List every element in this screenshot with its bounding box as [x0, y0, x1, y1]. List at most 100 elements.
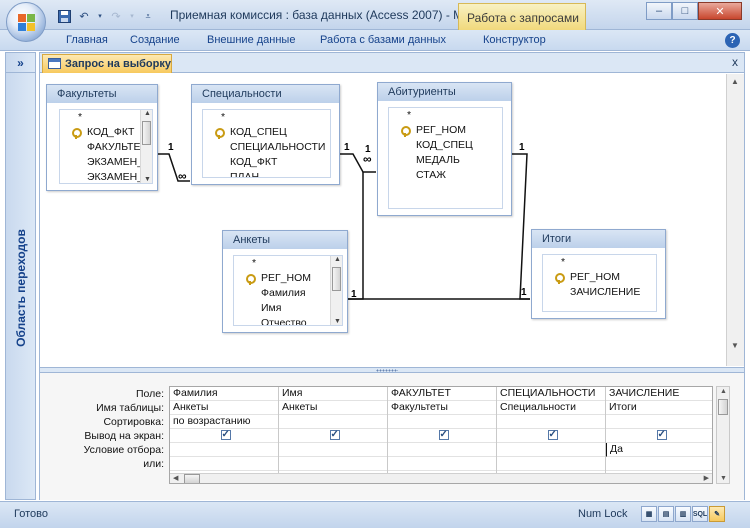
customize-icon[interactable]: ⩡ [140, 8, 156, 24]
tab-design[interactable]: Конструктор [483, 34, 546, 46]
help-icon[interactable]: ? [725, 33, 740, 48]
scroll-up-icon[interactable]: ▲ [731, 77, 739, 86]
grid-cell-table[interactable]: Анкеты [170, 401, 278, 415]
grid-cell-table[interactable]: Факультеты [388, 401, 496, 415]
show-checkbox[interactable] [656, 429, 667, 441]
grid-cell-field[interactable]: ФАКУЛЬТЕТ [388, 387, 496, 401]
grid-cell-sort[interactable] [497, 415, 605, 429]
grid-cell-field[interactable]: Имя [279, 387, 387, 401]
grid-cell-sort[interactable] [388, 415, 496, 429]
table-box-fakultety[interactable]: Факультеты * КОД_ФКТ ФАКУЛЬТЕТ ЭКЗАМЕН_1… [46, 84, 158, 191]
grid-cell-sort[interactable] [606, 415, 712, 429]
field[interactable]: МЕДАЛЬ [389, 153, 502, 168]
grid-cell-or[interactable] [497, 457, 605, 471]
grid-cell-field[interactable]: Фамилия [170, 387, 278, 401]
grid-cell-criteria[interactable] [279, 443, 387, 457]
grid-cell-field[interactable]: СПЕЦИАЛЬНОСТИ [497, 387, 605, 401]
grid-horizontal-scrollbar[interactable]: ◀ ▶ [170, 473, 712, 483]
tab-external-data[interactable]: Внешние данные [207, 34, 295, 46]
scroll-down-icon[interactable]: ▼ [720, 475, 727, 482]
table-box-itogi[interactable]: Итоги * РЕГ_НОМ ЗАЧИСЛЕНИЕ [531, 229, 666, 319]
scroll-right-icon[interactable]: ▶ [704, 474, 709, 482]
scroll-up-icon[interactable]: ▲ [720, 388, 727, 395]
tab-database-tools[interactable]: Работа с базами данных [320, 34, 446, 46]
pivot-chart-icon[interactable]: ▥ [675, 506, 691, 522]
field[interactable]: СТАЖ [389, 168, 502, 183]
field-all[interactable]: * [234, 256, 342, 271]
scroll-left-icon[interactable]: ◀ [173, 474, 178, 482]
field[interactable]: ФАКУЛЬТЕТ [60, 140, 152, 155]
save-icon[interactable] [56, 8, 72, 24]
field[interactable]: ЭКЗАМЕН_2 [60, 170, 152, 183]
office-button[interactable] [6, 2, 46, 42]
grid-cell-sort[interactable] [279, 415, 387, 429]
maximize-button[interactable]: □ [672, 2, 698, 20]
field-all[interactable]: * [203, 110, 330, 125]
field[interactable]: СПЕЦИАЛЬНОСТИ [203, 140, 330, 155]
scroll-thumb[interactable] [142, 121, 151, 145]
undo-icon[interactable]: ↶ [76, 8, 92, 24]
minimize-button[interactable]: – [646, 2, 672, 20]
field[interactable]: КОД_ФКТ [203, 155, 330, 170]
show-checkbox[interactable] [329, 429, 340, 441]
field[interactable]: ЗАЧИСЛЕНИЕ [543, 285, 656, 300]
field-list-scrollbar[interactable]: ▲ ▼ [140, 110, 152, 183]
field[interactable]: ПЛАН [203, 170, 330, 177]
grid-cell-criteria[interactable] [170, 443, 278, 457]
grid-cell-table[interactable]: Анкеты [279, 401, 387, 415]
design-view-icon[interactable]: ✎ [709, 506, 725, 522]
scroll-down-icon[interactable]: ▼ [731, 341, 739, 350]
tab-home[interactable]: Главная [66, 34, 108, 46]
nav-pane-toggle-button[interactable]: » [6, 53, 35, 73]
show-checkbox[interactable] [438, 429, 449, 441]
grid-cell-criteria[interactable]: Да [606, 443, 712, 457]
field[interactable]: Имя [234, 301, 342, 316]
grid-cell-field[interactable]: ЗАЧИСЛЕНИЕ [606, 387, 712, 401]
grid-cell-or[interactable] [170, 457, 278, 471]
field-key[interactable]: РЕГ_НОМ [389, 123, 502, 138]
field-all[interactable]: * [60, 110, 152, 125]
scroll-up-icon[interactable]: ▲ [334, 256, 341, 263]
field[interactable]: Фамилия [234, 286, 342, 301]
document-close-icon[interactable]: x [732, 55, 738, 69]
redo-icon[interactable]: ↷ [108, 8, 124, 24]
grid-cell-table[interactable]: Специальности [497, 401, 605, 415]
datasheet-view-icon[interactable]: ▦ [641, 506, 657, 522]
table-title[interactable]: Абитуриенты [378, 83, 511, 101]
grid-vertical-scrollbar[interactable]: ▲ ▼ [716, 386, 730, 484]
grid-cell-criteria[interactable] [388, 443, 496, 457]
grid-cell-or[interactable] [279, 457, 387, 471]
show-checkbox[interactable] [547, 429, 558, 441]
field-key[interactable]: КОД_СПЕЦ [203, 125, 330, 140]
pivot-table-icon[interactable]: ▤ [658, 506, 674, 522]
table-box-ankety[interactable]: Анкеты * РЕГ_НОМ Фамилия Имя Отчество ▲ … [222, 230, 348, 333]
table-pane-vertical-scrollbar[interactable]: ▲ ▼ [726, 74, 744, 366]
sql-view-button[interactable]: SQL [692, 506, 708, 522]
grid-cell-criteria[interactable] [497, 443, 605, 457]
tab-create[interactable]: Создание [130, 34, 180, 46]
field-key[interactable]: РЕГ_НОМ [543, 270, 656, 285]
grid-cell-sort[interactable]: по возрастанию [170, 415, 278, 429]
scroll-down-icon[interactable]: ▼ [334, 318, 341, 325]
field-key[interactable]: РЕГ_НОМ [234, 271, 342, 286]
table-title[interactable]: Факультеты [47, 85, 157, 103]
grid-cell-or[interactable] [606, 457, 712, 471]
field[interactable]: КОД_СПЕЦ [389, 138, 502, 153]
redo-dropdown-icon[interactable]: ▾ [128, 8, 136, 24]
close-button[interactable]: ✕ [698, 2, 742, 20]
scroll-thumb[interactable] [718, 399, 728, 415]
field-all[interactable]: * [389, 108, 502, 123]
grid-cell-table[interactable]: Итоги [606, 401, 712, 415]
field[interactable]: ЭКЗАМЕН_1 [60, 155, 152, 170]
show-checkbox[interactable] [220, 429, 231, 441]
grid-cell-or[interactable] [388, 457, 496, 471]
table-box-specialnosti[interactable]: Специальности * КОД_СПЕЦ СПЕЦИАЛЬНОСТИ К… [191, 84, 340, 185]
table-title[interactable]: Специальности [192, 85, 339, 103]
field-all[interactable]: * [543, 255, 656, 270]
field-list-scrollbar[interactable]: ▲ ▼ [330, 256, 342, 325]
table-title[interactable]: Итоги [532, 230, 665, 248]
scroll-down-icon[interactable]: ▼ [144, 176, 151, 183]
field[interactable]: Отчество [234, 316, 342, 325]
nav-pane-label[interactable]: Область переходов [14, 229, 28, 347]
scroll-thumb[interactable] [332, 267, 341, 291]
